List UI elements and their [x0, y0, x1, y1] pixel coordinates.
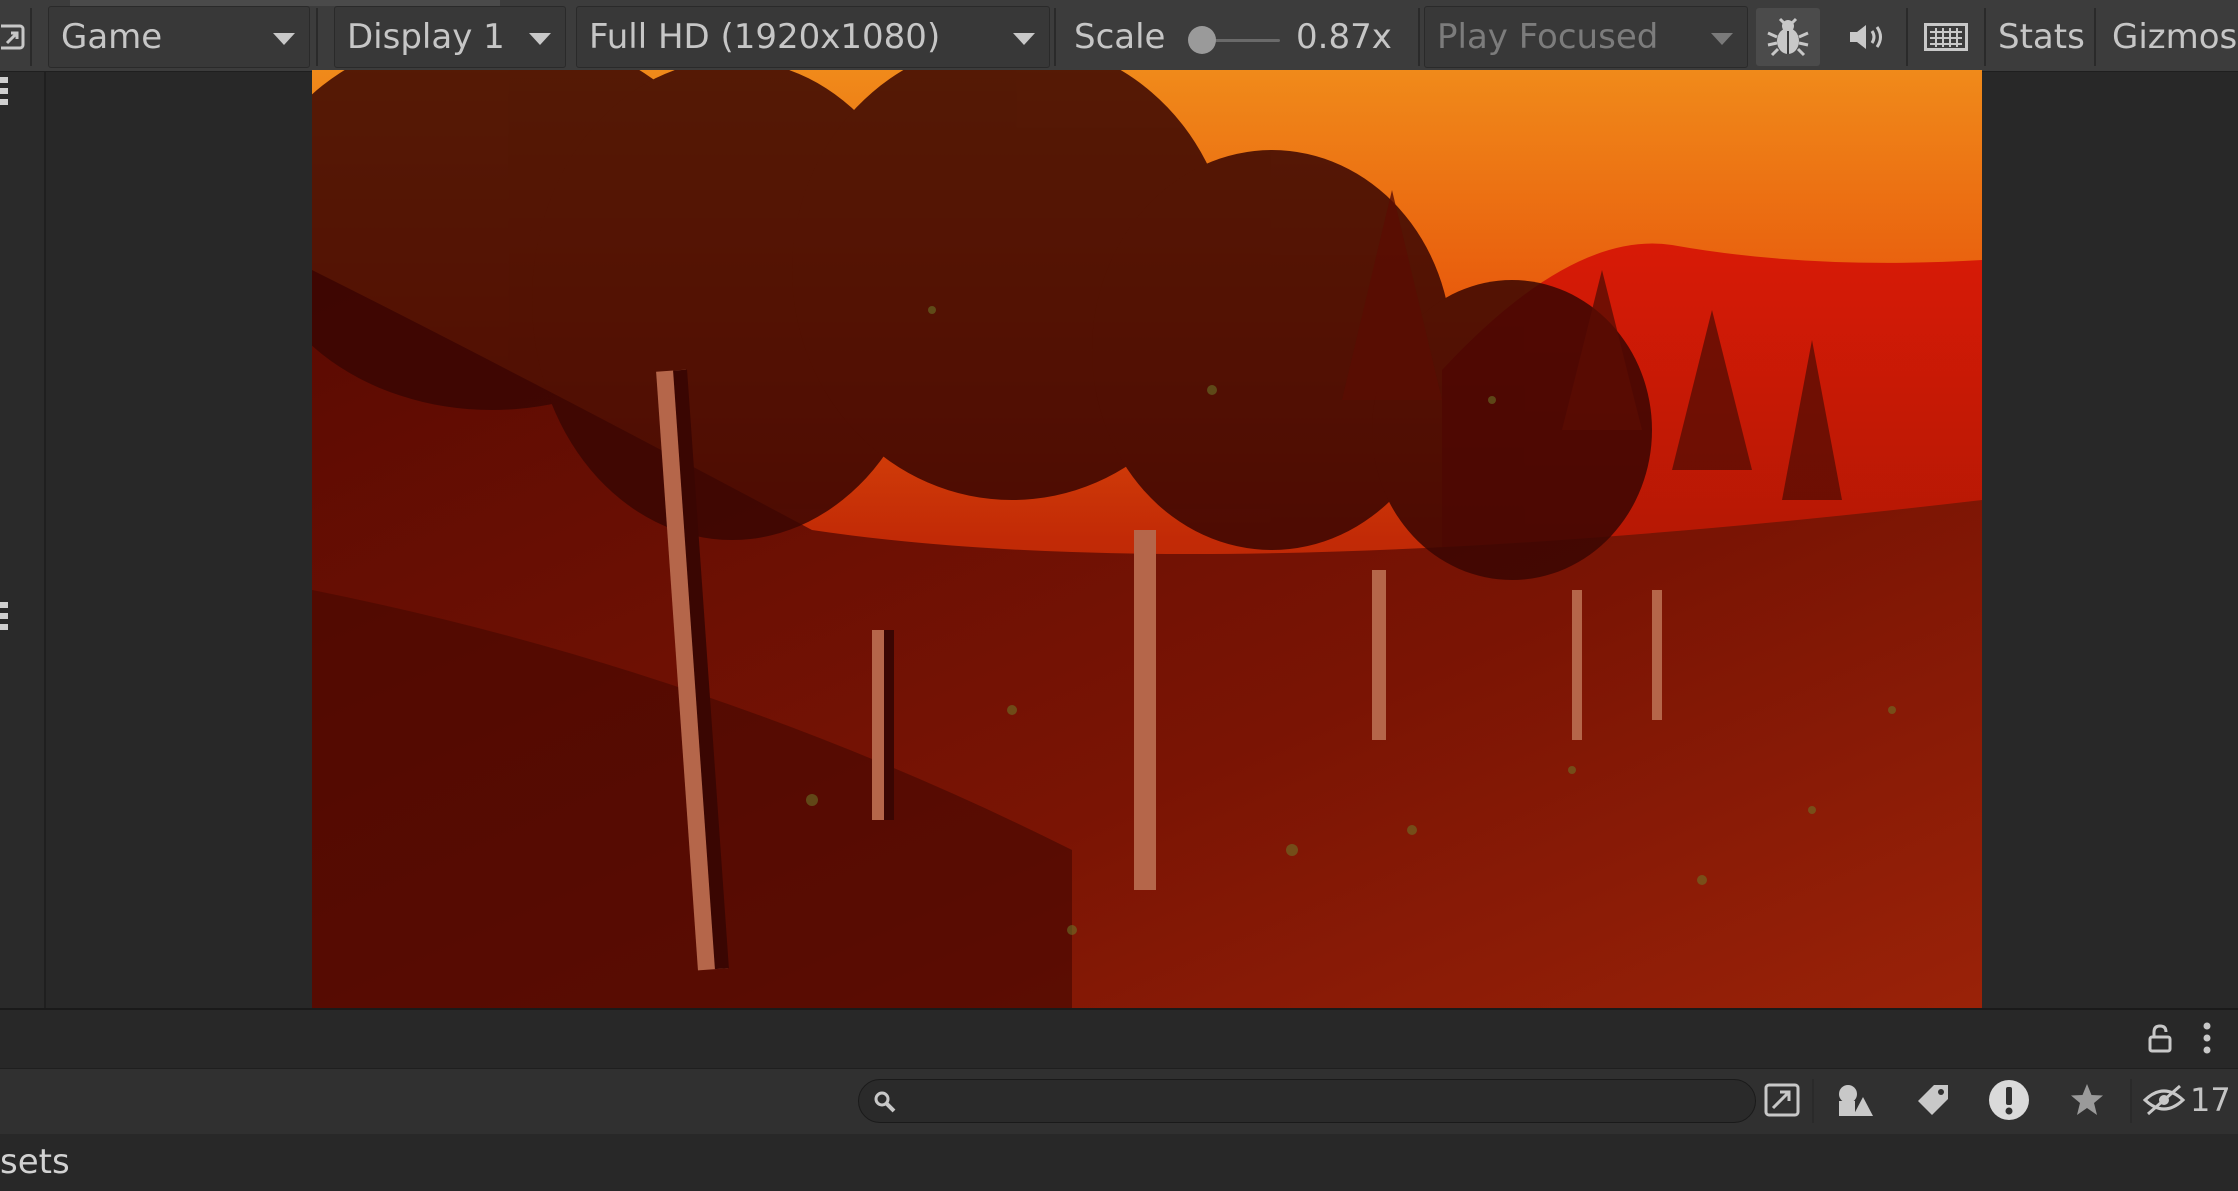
drag-handle-icon[interactable] — [0, 602, 8, 636]
separator — [1054, 8, 1056, 66]
scale-label: Scale — [1074, 17, 1166, 57]
rendered-forest-scene — [312, 70, 1982, 1008]
panel-menu-button[interactable] — [2192, 1016, 2222, 1060]
keyboard-shortcuts-button[interactable] — [1914, 8, 1978, 66]
separator — [30, 8, 32, 66]
search-input[interactable] — [909, 1084, 1733, 1120]
separator — [316, 8, 318, 66]
scale-value: 0.87x — [1296, 17, 1392, 57]
separator — [1418, 8, 1420, 66]
chevron-down-icon — [1711, 33, 1733, 45]
gizmos-button[interactable]: Gizmos — [2100, 6, 2238, 68]
play-mode-dropdown[interactable]: Play Focused — [1424, 6, 1748, 68]
maximize-button[interactable] — [0, 8, 28, 66]
assets-breadcrumb: sets — [0, 1134, 2238, 1191]
project-search-toolbar: 17 — [0, 1068, 2238, 1135]
chevron-down-icon — [529, 33, 551, 45]
lock-icon — [2147, 1023, 2173, 1053]
view-type-dropdown[interactable]: Game — [48, 6, 310, 68]
filter-by-type-button[interactable] — [1830, 1075, 1880, 1125]
play-mode-label: Play Focused — [1437, 17, 1659, 57]
display-label: Display 1 — [347, 17, 505, 57]
scale-slider-track[interactable] — [1210, 39, 1280, 42]
open-search-window-button[interactable] — [1760, 1075, 1804, 1125]
kebab-menu-icon — [2203, 1022, 2211, 1054]
stats-button[interactable]: Stats — [1986, 6, 2090, 68]
separator — [1906, 8, 1908, 66]
resolution-dropdown[interactable]: Full HD (1920x1080) — [576, 6, 1050, 68]
display-dropdown[interactable]: Display 1 — [334, 6, 566, 68]
chevron-down-icon — [1013, 33, 1035, 45]
assets-folder-label[interactable]: sets — [0, 1142, 70, 1182]
maximize-icon — [1, 23, 27, 51]
frame-debugger-button[interactable] — [1756, 8, 1820, 66]
tag-icon — [1916, 1083, 1950, 1117]
hidden-packages-toggle[interactable]: 17 — [2142, 1075, 2238, 1125]
shapes-filter-icon — [1836, 1083, 1874, 1117]
hidden-packages-count: 17 — [2190, 1081, 2231, 1119]
scale-slider-handle[interactable] — [1188, 26, 1216, 54]
exclamation-icon — [1988, 1079, 2030, 1121]
speaker-icon — [1847, 22, 1885, 52]
favorites-button[interactable] — [2062, 1075, 2112, 1125]
search-icon — [873, 1090, 897, 1114]
keyboard-icon — [1924, 23, 1968, 51]
project-panel-header — [0, 1008, 2238, 1070]
drag-handle-icon[interactable] — [0, 77, 8, 111]
lock-button[interactable] — [2140, 1016, 2180, 1060]
resolution-label: Full HD (1920x1080) — [589, 17, 941, 57]
separator — [2130, 1079, 2132, 1123]
game-view-toolbar: Game Display 1 Full HD (1920x1080) Scale… — [0, 0, 2238, 72]
separator — [2094, 8, 2096, 66]
bug-icon — [1766, 17, 1810, 57]
search-field[interactable] — [858, 1079, 1756, 1123]
left-docked-panel — [0, 72, 46, 1010]
open-in-window-icon — [1764, 1083, 1800, 1117]
star-icon — [2069, 1083, 2105, 1117]
game-viewport[interactable] — [312, 70, 1982, 1008]
eye-off-icon — [2142, 1084, 2186, 1116]
filter-errors-button[interactable] — [1984, 1075, 2034, 1125]
chevron-down-icon — [273, 33, 295, 45]
view-type-label: Game — [61, 17, 163, 57]
separator — [1812, 1079, 1814, 1123]
filter-by-label-button[interactable] — [1908, 1075, 1958, 1125]
mute-audio-button[interactable] — [1834, 8, 1898, 66]
